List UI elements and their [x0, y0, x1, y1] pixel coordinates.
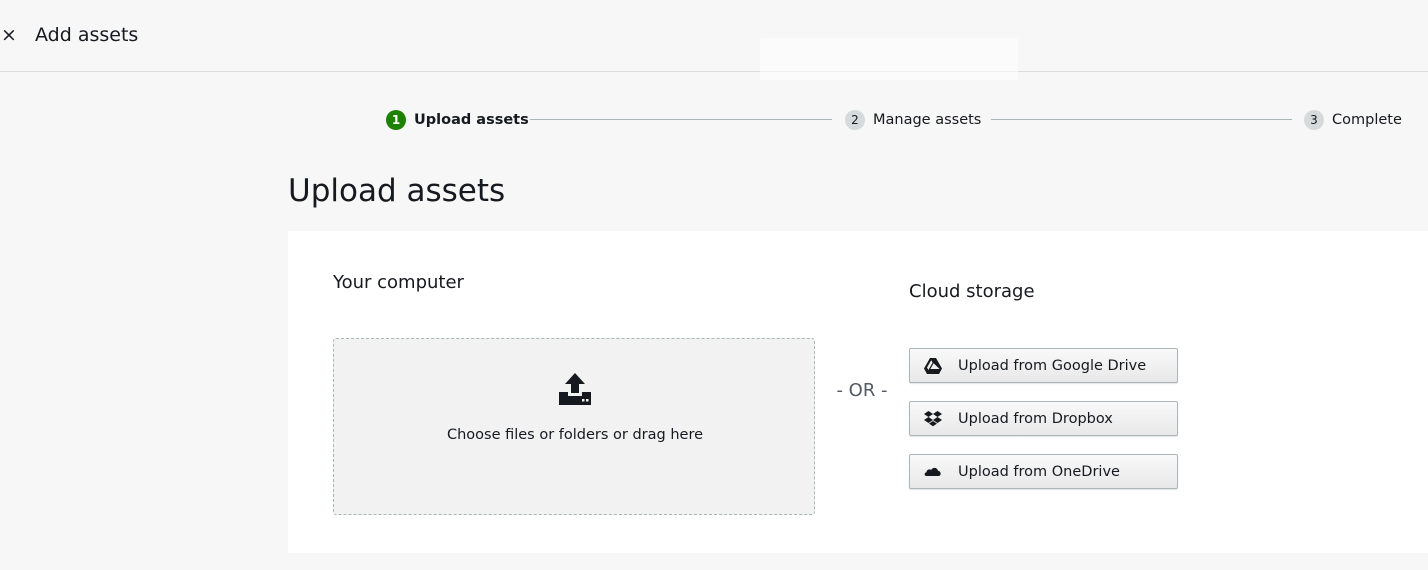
- dropbox-button[interactable]: Upload from Dropbox: [909, 401, 1178, 436]
- step-number-badge: 3: [1304, 110, 1324, 130]
- or-divider: - OR -: [836, 380, 888, 401]
- file-dropzone[interactable]: Choose files or folders or drag here: [333, 338, 815, 515]
- button-label: Upload from Google Drive: [958, 357, 1147, 374]
- step-connector: [991, 119, 1292, 120]
- dropbox-icon: [924, 411, 942, 427]
- step-connector: [530, 119, 832, 120]
- onedrive-button[interactable]: Upload from OneDrive: [909, 454, 1178, 489]
- header-title: Add assets: [35, 24, 139, 46]
- upload-icon: [559, 373, 591, 405]
- button-label: Upload from OneDrive: [958, 463, 1120, 480]
- cloud-storage-heading: Cloud storage: [909, 281, 1035, 302]
- top-bar: × Add assets: [0, 0, 1428, 72]
- step-manage-assets: 2 Manage assets: [845, 109, 981, 131]
- faded-overlay: [760, 38, 1018, 80]
- step-label: Upload assets: [414, 112, 529, 128]
- step-label: Manage assets: [873, 112, 982, 128]
- step-number-badge: 1: [386, 110, 406, 130]
- button-label: Upload from Dropbox: [958, 410, 1113, 427]
- step-complete: 3 Complete: [1304, 109, 1402, 131]
- onedrive-icon: [924, 467, 941, 476]
- step-number-badge: 2: [845, 110, 865, 130]
- step-label: Complete: [1332, 112, 1402, 128]
- google-drive-button[interactable]: Upload from Google Drive: [909, 348, 1178, 383]
- page-title: Upload assets: [288, 173, 506, 209]
- close-icon[interactable]: ×: [0, 22, 18, 48]
- google-drive-icon: [924, 358, 942, 374]
- dropzone-instructions: Choose files or folders or drag here: [446, 427, 704, 443]
- your-computer-heading: Your computer: [333, 272, 464, 293]
- step-upload-assets: 1 Upload assets: [386, 109, 529, 131]
- upload-panel: Your computer Choose files or folders or…: [288, 231, 1428, 553]
